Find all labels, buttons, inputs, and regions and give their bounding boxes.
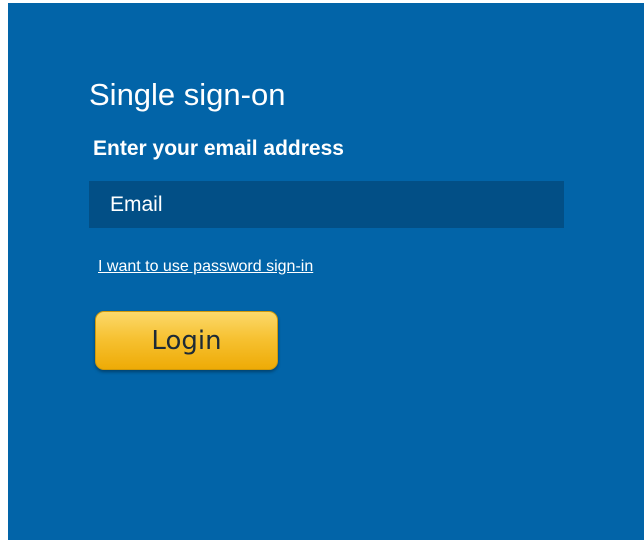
page-title: Single sign-on — [89, 77, 286, 112]
email-field[interactable] — [89, 181, 564, 228]
login-button[interactable]: Login — [95, 311, 278, 370]
password-signin-link[interactable]: I want to use password sign-in — [98, 258, 313, 276]
sso-panel: Single sign-on Enter your email address … — [8, 3, 644, 540]
email-prompt: Enter your email address — [93, 137, 344, 160]
